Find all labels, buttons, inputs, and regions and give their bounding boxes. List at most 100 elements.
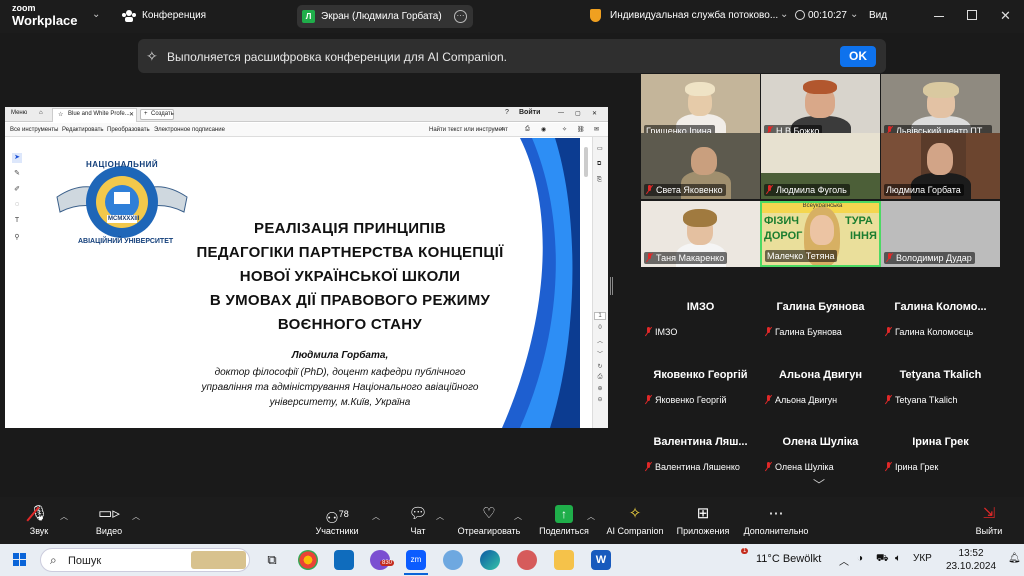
link-icon[interactable]: ⛓ xyxy=(577,126,585,133)
tray-app-icon[interactable]: ◑ xyxy=(857,553,863,564)
windows-start-icon[interactable] xyxy=(13,553,27,567)
file-explorer-icon[interactable] xyxy=(554,550,574,570)
video-tile[interactable]: Львівський центр ПТ... xyxy=(881,74,1000,140)
comment-tool-icon[interactable]: ✎ xyxy=(12,169,22,179)
video-button[interactable]: ▭▹ Видео xyxy=(92,505,126,536)
participants-chevron-icon[interactable]: ︿ xyxy=(372,511,380,522)
document-scrollbar[interactable] xyxy=(584,147,588,177)
video-tile[interactable]: Таня Макаренко xyxy=(641,201,760,267)
participant-tile[interactable]: Валентина Ляш... Валентина Ляшенко xyxy=(641,416,760,482)
tab-close-icon[interactable]: ✕ xyxy=(129,111,134,118)
taskbar-clock[interactable]: 13:52 23.10.2024 xyxy=(946,547,996,573)
react-button[interactable]: ♡ Отреагировать xyxy=(457,505,521,536)
tray-chevron-icon[interactable]: ︿ xyxy=(839,553,849,568)
refresh-icon[interactable]: ↻ xyxy=(592,363,608,370)
tool-all[interactable]: Все инструменты xyxy=(10,127,58,133)
save-icon[interactable]: ⎙ xyxy=(592,374,608,381)
page-up-icon[interactable]: ︿ xyxy=(592,336,608,345)
tool-convert[interactable]: Преобразовать xyxy=(107,127,150,133)
video-tile-active-speaker[interactable]: Всеукраїнська ФІЗИЧ ТУРА ДОРОГ ІННЯ Мале… xyxy=(760,201,881,267)
text-tool-icon[interactable]: T xyxy=(12,217,22,227)
service-chevron-icon[interactable]: ⌄ xyxy=(780,9,788,20)
mail-icon[interactable]: ✉ xyxy=(594,126,599,133)
weather-widget[interactable]: 11°C Bewölkt xyxy=(756,553,821,565)
search-icon[interactable]: ⌕ xyxy=(501,126,504,133)
draw-tool-icon[interactable]: ✐ xyxy=(12,185,22,195)
language-indicator[interactable]: УКР xyxy=(913,553,932,564)
participant-tile[interactable]: Ірина Грек Ірина Грек xyxy=(881,416,1000,482)
close-icon[interactable]: ✕ xyxy=(1000,8,1011,24)
app-icon[interactable] xyxy=(517,550,537,570)
zoom-in-icon[interactable]: ⊕ xyxy=(592,385,608,392)
taskbar-search[interactable]: ⌕ Пошук xyxy=(40,548,250,572)
acrobat-min-icon[interactable]: — xyxy=(558,110,564,116)
print-icon[interactable]: ⎙ xyxy=(525,126,530,133)
home-icon[interactable]: ⌂ xyxy=(39,110,43,116)
acrobat-menu[interactable]: Меню xyxy=(11,110,27,116)
split-handle[interactable] xyxy=(610,277,613,295)
pages-icon[interactable]: ⎘ xyxy=(597,177,602,184)
volume-icon[interactable]: 🔈︎ xyxy=(895,553,901,564)
page-number[interactable]: 1 xyxy=(594,312,606,320)
react-chevron-icon[interactable]: ︿ xyxy=(514,511,522,522)
conference-label[interactable]: Конференция xyxy=(142,10,206,21)
more-button[interactable]: ⋯ Дополнительно xyxy=(741,505,811,536)
video-tile[interactable]: Людмила Горбата xyxy=(881,133,1000,199)
document-tab[interactable]: ☆ Blue and White Profe... ✕ xyxy=(52,108,137,122)
tool-esign[interactable]: Электронное подписание xyxy=(154,127,225,133)
participant-tile[interactable]: Альона Двигун Альона Двигун xyxy=(761,349,880,415)
participant-tile[interactable]: Галина Буянова Галина Буянова xyxy=(761,281,880,347)
audio-button[interactable]: 🎙︎ Звук xyxy=(24,505,54,536)
shape-tool-icon[interactable]: ◌ xyxy=(12,201,22,211)
streaming-service-label[interactable]: Индивидуальная служба потоково... xyxy=(610,10,778,21)
select-tool-icon[interactable]: ➤ xyxy=(12,153,22,163)
participant-tile[interactable]: ІМЗО ІМЗО xyxy=(641,281,760,347)
video-tile[interactable]: Володимир Дудар xyxy=(881,201,1000,267)
page-down-icon[interactable]: ﹀ xyxy=(592,349,608,358)
comment-panel-icon[interactable]: ▭ xyxy=(597,145,603,152)
video-tile[interactable]: Людмила Фуголь xyxy=(761,133,880,199)
share-chevron-icon[interactable]: ︿ xyxy=(587,511,595,522)
video-options-chevron-icon[interactable]: ︿ xyxy=(132,511,140,522)
app-icon[interactable] xyxy=(443,550,463,570)
maximize-icon[interactable] xyxy=(967,10,977,20)
leave-button[interactable]: ⇲ Выйти xyxy=(972,505,1006,536)
minimize-icon[interactable] xyxy=(934,16,944,17)
tool-edit[interactable]: Редактировать xyxy=(62,127,103,133)
help-icon[interactable]: ? xyxy=(505,109,509,116)
participant-tile[interactable]: Галина Коломо... Галина Коломоєць xyxy=(881,281,1000,347)
acrobat-max-icon[interactable]: ▢ xyxy=(575,110,581,117)
chat-chevron-icon[interactable]: ︿ xyxy=(436,511,444,522)
find-tool-input[interactable]: Найти текст или инструмент xyxy=(429,127,508,133)
notifications-icon[interactable]: 🔔︎ xyxy=(1008,553,1021,564)
bookmark-icon[interactable]: ⧉ xyxy=(597,161,601,168)
chrome-icon[interactable] xyxy=(298,550,318,570)
acrobat-close-icon[interactable]: ✕ xyxy=(592,110,597,117)
ok-button[interactable]: OK xyxy=(840,46,876,67)
view-icon[interactable]: ◉ xyxy=(541,126,546,133)
video-tile[interactable]: Н.В.Божко xyxy=(761,74,880,140)
mail-icon[interactable] xyxy=(334,550,354,570)
more-options-icon[interactable]: ··· xyxy=(454,10,467,23)
new-tab-button[interactable]: + Создать xyxy=(140,109,174,120)
task-view-icon[interactable]: ⧉ xyxy=(262,550,282,570)
apps-button[interactable]: ⊞ Приложения xyxy=(675,505,731,536)
participant-tile[interactable]: Tetyana Tkalich Tetyana Tkalich xyxy=(881,349,1000,415)
app-menu-chevron-icon[interactable]: ⌄ xyxy=(92,9,100,20)
participant-tile[interactable]: Олена Шуліка Олена Шуліка xyxy=(761,416,880,482)
audio-options-chevron-icon[interactable]: ︿ xyxy=(60,511,68,522)
tray-app-icon[interactable]: ⛟ xyxy=(876,553,889,566)
chat-button[interactable]: 💬︎ Чат xyxy=(406,505,430,536)
zoom-out-icon[interactable]: ⊖ xyxy=(592,396,608,403)
participant-tile[interactable]: Яковенко Георгій Яковенко Георгій xyxy=(641,349,760,415)
video-tile[interactable]: Света Яковенко xyxy=(641,133,760,199)
participants-button[interactable]: ⚇78 Участники xyxy=(313,505,361,536)
word-icon[interactable]: W xyxy=(591,550,611,570)
view-button[interactable]: Вид xyxy=(869,10,887,21)
ai-icon[interactable]: ✧ xyxy=(562,126,567,133)
more-participants-chevron-icon[interactable]: ﹀ xyxy=(813,476,825,493)
edge-icon[interactable] xyxy=(480,550,500,570)
share-button[interactable]: ↑ Поделиться xyxy=(537,505,591,536)
screen-share-indicator[interactable]: Л Экран (Людмила Горбата) ··· xyxy=(297,5,473,28)
zoom-icon[interactable]: zm xyxy=(406,550,426,570)
